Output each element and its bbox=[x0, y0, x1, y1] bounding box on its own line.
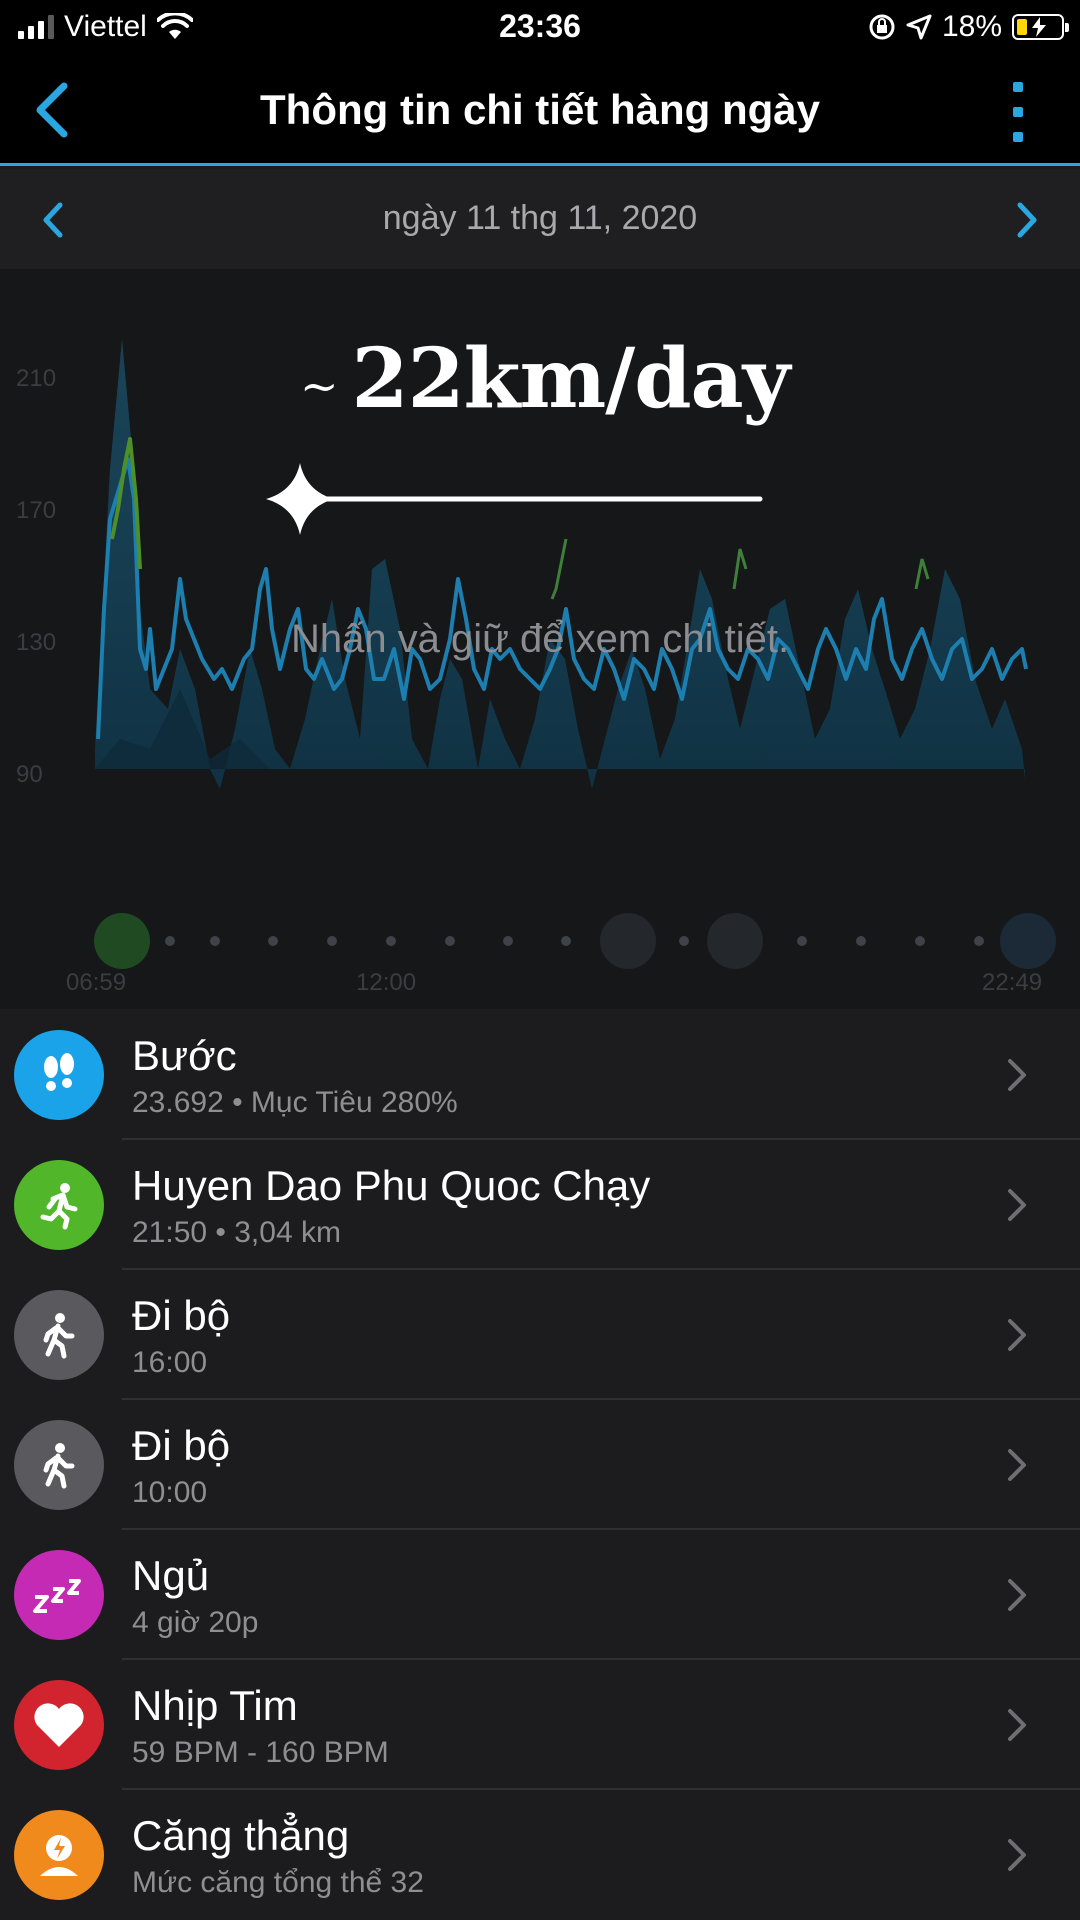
overlay-distance-value: 22km/day bbox=[351, 331, 791, 427]
list-item-steps[interactable]: Bước 23.692 • Mục Tiêu 280% bbox=[0, 1010, 1080, 1140]
list-item-walk[interactable]: Đi bộ 16:00 bbox=[0, 1270, 1080, 1400]
chevron-right-icon bbox=[1008, 1579, 1026, 1611]
item-title: Nhịp Tim bbox=[132, 1682, 298, 1729]
list-item-run[interactable]: Huyen Dao Phu Quoc Chạy 21:50 • 3,04 km bbox=[0, 1140, 1080, 1270]
chevron-right-icon bbox=[1008, 1319, 1026, 1351]
overlay-distance-text: ~22km/day bbox=[300, 331, 791, 427]
footsteps-icon bbox=[14, 1030, 104, 1120]
chart-hint: Nhấn và giữ để xem chi tiết. bbox=[290, 617, 790, 661]
item-title: Căng thẳng bbox=[132, 1812, 350, 1859]
activity-marker bbox=[707, 913, 763, 969]
list-item-heart-rate[interactable]: Nhịp Tim 59 BPM - 160 BPM bbox=[0, 1660, 1080, 1790]
sleep-icon bbox=[14, 1550, 104, 1640]
chevron-right-icon bbox=[1008, 1449, 1026, 1481]
item-subtitle: 23.692 • Mục Tiêu 280% bbox=[132, 1086, 458, 1119]
list-item-sleep[interactable]: Ngủ 4 giờ 20p bbox=[0, 1530, 1080, 1660]
list-item-walk[interactable]: Đi bộ 10:00 bbox=[0, 1400, 1080, 1530]
item-subtitle: 10:00 bbox=[132, 1476, 208, 1509]
battery-icon bbox=[1012, 14, 1069, 40]
current-date: ngày 11 thg 11, 2020 bbox=[382, 199, 698, 237]
heart-icon bbox=[14, 1680, 104, 1770]
x-axis-label: 06:59 bbox=[66, 969, 127, 996]
more-options-icon[interactable] bbox=[1008, 82, 1028, 142]
item-subtitle: 59 BPM - 160 BPM bbox=[132, 1736, 389, 1769]
status-bar: Viettel 23:36 18% bbox=[0, 0, 1080, 56]
item-subtitle: 16:00 bbox=[132, 1346, 208, 1379]
chevron-right-icon bbox=[1008, 1709, 1026, 1741]
overlay-tilde: ~ bbox=[300, 358, 339, 413]
activity-marker bbox=[1000, 913, 1056, 969]
y-axis-label: 90 bbox=[16, 761, 43, 788]
activity-marker bbox=[94, 913, 150, 969]
chevron-right-icon bbox=[1008, 1189, 1026, 1221]
date-navigator: ngày 11 thg 11, 2020 bbox=[0, 169, 1080, 269]
battery-percent: 18% bbox=[941, 10, 1002, 43]
running-icon bbox=[14, 1160, 104, 1250]
chevron-right-icon bbox=[1008, 1059, 1026, 1091]
y-axis-label: 210 bbox=[16, 365, 57, 392]
chevron-right-icon bbox=[1008, 1839, 1026, 1871]
item-title: Đi bộ bbox=[132, 1422, 231, 1469]
rotation-lock-icon bbox=[869, 14, 895, 40]
list-item-stress[interactable]: Căng thẳng Mức căng tổng thể 32 bbox=[0, 1790, 1080, 1920]
item-subtitle: 4 giờ 20p bbox=[132, 1606, 259, 1639]
summary-list: Bước 23.692 • Mục Tiêu 280% Huyen Dao Ph… bbox=[0, 1010, 1080, 1920]
walking-icon bbox=[14, 1420, 104, 1510]
page-title: Thông tin chi tiết hàng ngày bbox=[260, 86, 820, 133]
item-title: Đi bộ bbox=[132, 1292, 231, 1339]
y-axis-label: 170 bbox=[16, 497, 57, 524]
next-day-icon[interactable] bbox=[1012, 201, 1042, 239]
location-arrow-icon bbox=[906, 14, 932, 40]
item-subtitle: 21:50 • 3,04 km bbox=[132, 1216, 341, 1249]
stress-icon bbox=[14, 1810, 104, 1900]
timeline-dots bbox=[165, 936, 984, 946]
item-subtitle: Mức căng tổng thể 32 bbox=[132, 1866, 424, 1899]
item-title: Huyen Dao Phu Quoc Chạy bbox=[132, 1162, 651, 1209]
item-title: Bước bbox=[132, 1032, 237, 1079]
activity-marker bbox=[600, 913, 656, 969]
item-title: Ngủ bbox=[132, 1552, 210, 1599]
navigation-bar: Thông tin chi tiết hàng ngày bbox=[0, 56, 1080, 166]
walking-icon bbox=[14, 1290, 104, 1380]
charging-bolt-icon bbox=[1032, 17, 1046, 37]
daily-chart[interactable]: 210 170 130 90 06:59 12:00 22:49 ~22km/d… bbox=[0, 269, 1080, 1009]
x-axis-label: 22:49 bbox=[982, 969, 1043, 996]
x-axis-label: 12:00 bbox=[356, 969, 417, 996]
